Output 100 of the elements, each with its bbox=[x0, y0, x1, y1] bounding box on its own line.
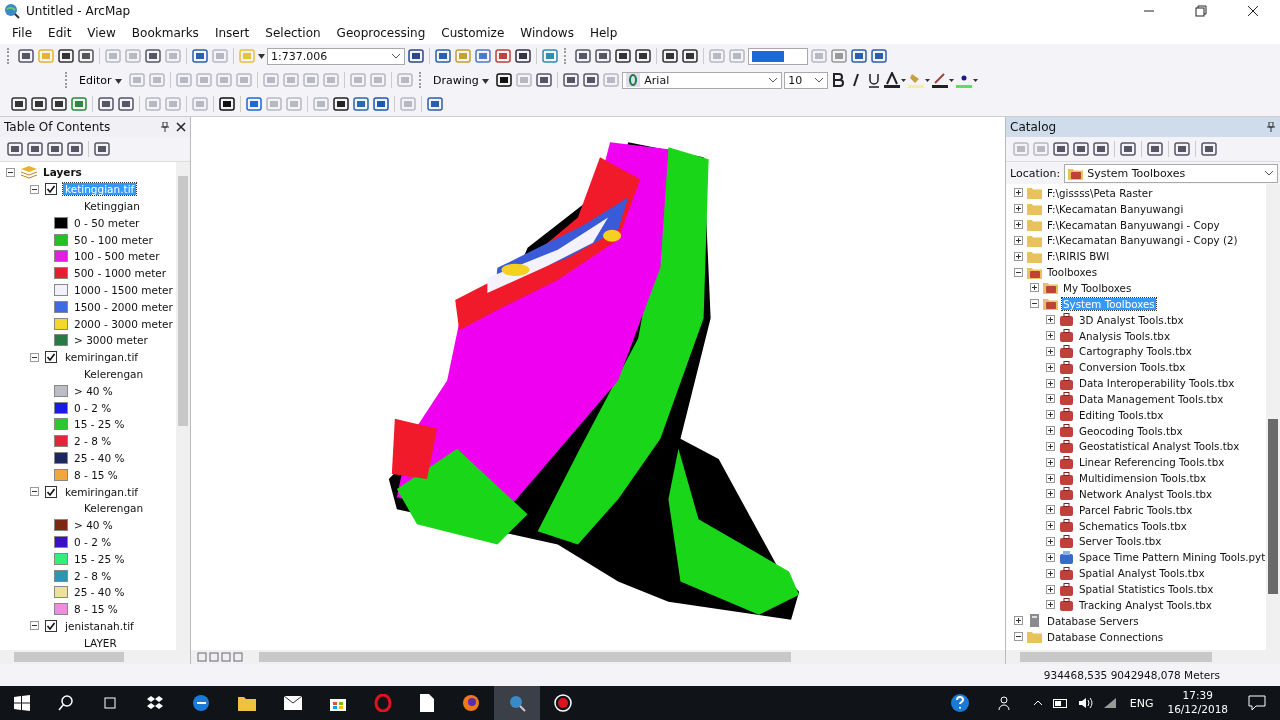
catalog-item[interactable]: Schematics Tools.tbx bbox=[1078, 519, 1188, 532]
catalog-item[interactable]: Geocoding Tools.tbx bbox=[1078, 424, 1184, 437]
wifi-icon[interactable] bbox=[1102, 697, 1117, 709]
expand-icon[interactable] bbox=[1014, 235, 1023, 245]
drawing-menu[interactable]: Drawing bbox=[429, 73, 494, 87]
expand-icon[interactable] bbox=[1046, 315, 1055, 325]
catalog-item[interactable]: Network Analyst Tools.tbx bbox=[1078, 487, 1214, 500]
catalog-item[interactable]: Server Tools.tbx bbox=[1078, 535, 1163, 548]
expand-icon[interactable] bbox=[1014, 251, 1023, 261]
catalog-item[interactable]: Database Connections bbox=[1046, 630, 1165, 643]
catalog-item[interactable]: Database Servers bbox=[1046, 614, 1140, 627]
scrollbar[interactable] bbox=[176, 162, 190, 650]
expand-icon[interactable] bbox=[1046, 457, 1055, 467]
menu-item[interactable]: Insert bbox=[206, 24, 258, 42]
close-icon[interactable] bbox=[176, 122, 186, 132]
fox-browser-icon[interactable] bbox=[462, 694, 480, 712]
catalog-item[interactable]: Linear Referencing Tools.tbx bbox=[1078, 456, 1226, 469]
expand-icon[interactable] bbox=[1046, 426, 1055, 436]
expand-icon[interactable] bbox=[1014, 616, 1023, 626]
expand-icon[interactable] bbox=[1046, 362, 1055, 372]
color-combo[interactable] bbox=[748, 47, 808, 65]
bold-icon[interactable] bbox=[830, 72, 847, 88]
font-size-combo[interactable]: 10 bbox=[784, 71, 829, 89]
data-frame-name[interactable]: Layers bbox=[43, 166, 82, 179]
menu-item[interactable]: View bbox=[79, 24, 124, 42]
expand-icon[interactable] bbox=[1046, 346, 1055, 356]
mail-icon[interactable] bbox=[284, 696, 302, 710]
catalog-item[interactable]: Multidimension Tools.tbx bbox=[1078, 472, 1208, 485]
line-color-icon[interactable] bbox=[932, 72, 955, 88]
collapse-icon[interactable] bbox=[30, 487, 39, 497]
layer-name[interactable]: jenistanah.tif bbox=[63, 619, 136, 632]
expand-icon[interactable] bbox=[1046, 473, 1055, 483]
ring-icon[interactable] bbox=[374, 694, 392, 712]
catalog-item[interactable]: Toolboxes bbox=[1046, 266, 1098, 279]
menu-item[interactable]: Help bbox=[581, 24, 626, 42]
windows-logo-icon[interactable] bbox=[14, 695, 30, 711]
language-indicator[interactable]: ENG bbox=[1129, 696, 1154, 710]
horizontal-scrollbar[interactable] bbox=[0, 650, 190, 664]
catalog-item[interactable]: F:\Kecamatan Banyuwangi bbox=[1046, 202, 1185, 215]
layer-name[interactable]: kemiringan.tif bbox=[63, 485, 141, 498]
expand-icon[interactable] bbox=[1046, 441, 1055, 451]
expand-icon[interactable] bbox=[1046, 331, 1055, 340]
collapse-icon[interactable] bbox=[1030, 299, 1039, 309]
catalog-item[interactable]: Data Management Tools.tbx bbox=[1078, 392, 1225, 405]
checkbox[interactable] bbox=[45, 485, 57, 498]
task-view-icon[interactable] bbox=[102, 695, 118, 711]
font-color-icon[interactable] bbox=[884, 72, 907, 88]
catalog-item[interactable]: Conversion Tools.tbx bbox=[1078, 361, 1187, 374]
catalog-item[interactable]: Geostatistical Analyst Tools.tbx bbox=[1078, 440, 1241, 453]
caret-icon[interactable] bbox=[258, 53, 265, 59]
clock[interactable]: 17:39 16/12/2018 bbox=[1167, 689, 1228, 717]
menu-item[interactable]: Customize bbox=[433, 24, 513, 42]
catalog-item[interactable]: Spatial Statistics Tools.tbx bbox=[1078, 583, 1215, 595]
collapse-icon[interactable] bbox=[30, 352, 39, 362]
scrollbar[interactable] bbox=[1266, 184, 1280, 650]
expand-icon[interactable] bbox=[1046, 394, 1055, 404]
expand-icon[interactable] bbox=[1046, 600, 1055, 610]
expand-icon[interactable] bbox=[1046, 537, 1055, 546]
expand-icon[interactable] bbox=[1014, 204, 1023, 214]
taskbar-button[interactable] bbox=[494, 686, 540, 720]
catalog-item[interactable]: Parcel Fabric Tools.tbx bbox=[1078, 503, 1194, 516]
catalog-item[interactable]: F:\Kecamatan Banyuwangi - Copy bbox=[1046, 218, 1221, 231]
expand-icon[interactable] bbox=[1046, 521, 1055, 531]
folder-icon[interactable] bbox=[238, 695, 256, 711]
close-icon[interactable] bbox=[1247, 5, 1259, 17]
catalog-item[interactable]: Analysis Tools.tbx bbox=[1078, 329, 1171, 342]
expand-icon[interactable] bbox=[1046, 489, 1055, 499]
editor-menu[interactable]: Editor bbox=[75, 73, 127, 87]
box-icon[interactable] bbox=[146, 695, 164, 711]
catalog-item[interactable]: Editing Tools.tbx bbox=[1078, 408, 1165, 421]
record-icon[interactable] bbox=[554, 694, 572, 712]
battery-icon[interactable] bbox=[1052, 698, 1069, 708]
collapse-icon[interactable] bbox=[1014, 632, 1023, 642]
search-icon[interactable] bbox=[58, 695, 74, 711]
layer-name[interactable]: kemiringan.tif bbox=[63, 351, 141, 364]
fill-color-icon[interactable] bbox=[908, 72, 931, 88]
restore-icon[interactable] bbox=[1195, 5, 1207, 17]
catalog-item[interactable]: Space Time Pattern Mining Tools.pyt bbox=[1078, 551, 1266, 564]
menu-item[interactable]: Edit bbox=[40, 24, 80, 42]
help-icon[interactable] bbox=[949, 693, 970, 713]
expand-icon[interactable] bbox=[1046, 378, 1055, 388]
pin-icon[interactable] bbox=[160, 122, 170, 132]
volume-icon[interactable] bbox=[1078, 697, 1093, 709]
catalog-item[interactable]: My Toolboxes bbox=[1062, 282, 1133, 294]
expand-icon[interactable] bbox=[1046, 568, 1055, 578]
expand-icon[interactable] bbox=[1014, 220, 1023, 230]
font-combo[interactable]: Arial bbox=[622, 71, 783, 89]
scale-combo[interactable]: 1:737.006 bbox=[267, 47, 405, 65]
catalog-item[interactable]: Cartography Tools.tbx bbox=[1078, 345, 1193, 358]
checkbox[interactable] bbox=[45, 351, 57, 364]
catalog-item[interactable]: Spatial Analyst Tools.tbx bbox=[1078, 567, 1206, 580]
collapse-icon[interactable] bbox=[6, 167, 15, 177]
browser-icon[interactable] bbox=[192, 694, 210, 712]
menu-item[interactable]: Windows bbox=[512, 24, 582, 42]
menu-item[interactable]: Geoprocessing bbox=[328, 24, 434, 42]
catalog-item[interactable]: F:\Kecamatan Banyuwangi - Copy (2) bbox=[1046, 234, 1239, 247]
catalog-item[interactable]: F:\RIRIS BWI bbox=[1046, 250, 1111, 263]
catalog-item[interactable]: Data Interoperability Tools.tbx bbox=[1078, 377, 1236, 390]
pin-icon[interactable] bbox=[1266, 122, 1276, 132]
catalog-item[interactable]: F:\gissss\Peta Raster bbox=[1046, 186, 1154, 199]
